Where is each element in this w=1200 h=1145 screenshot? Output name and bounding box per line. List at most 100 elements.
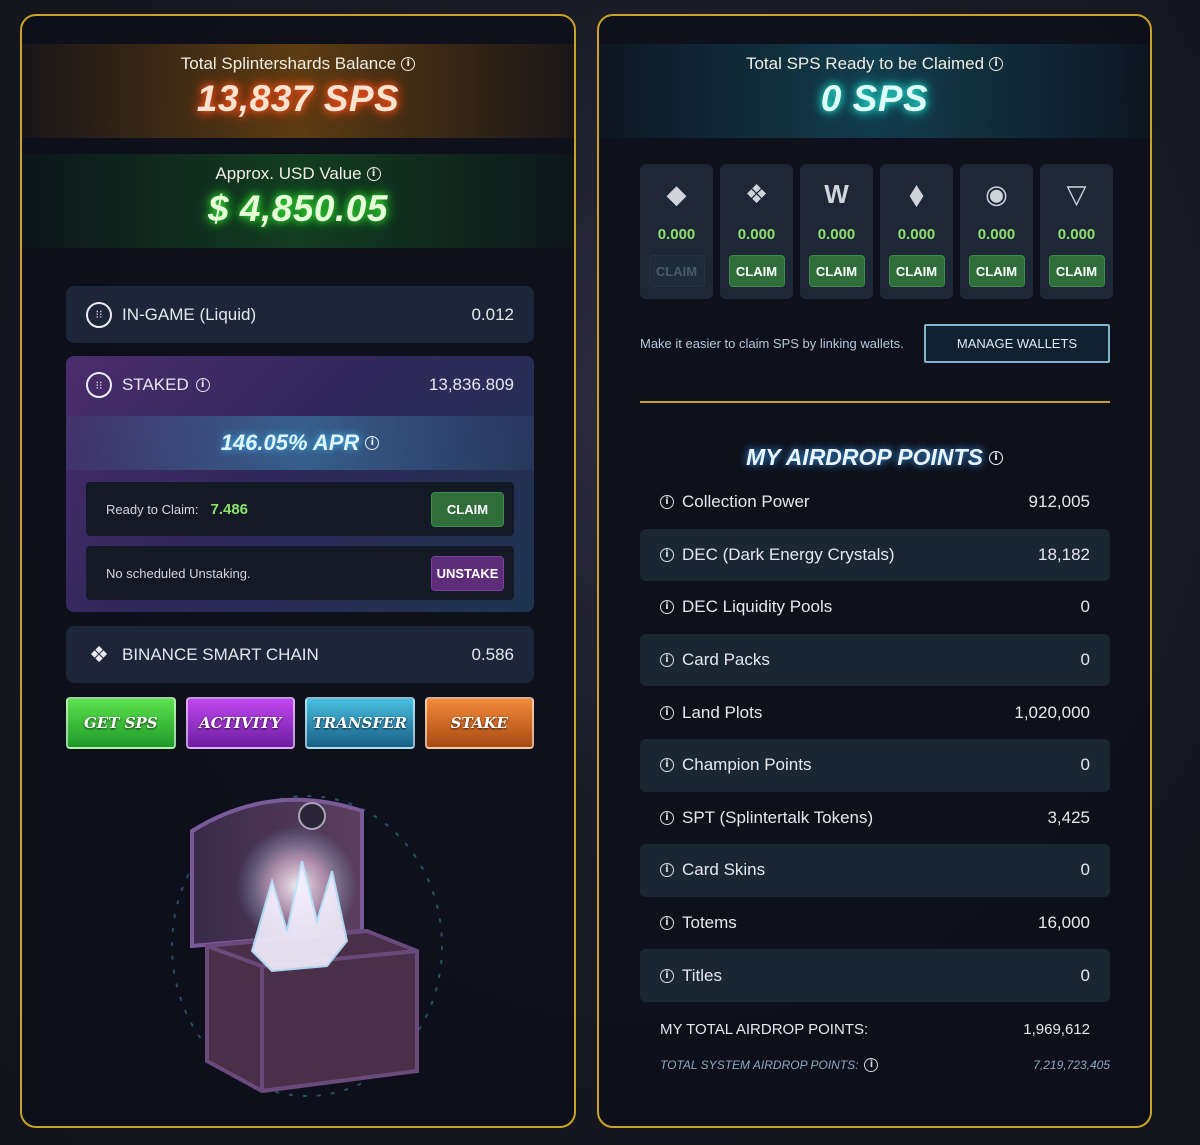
transfer-button[interactable]: TRANSFER (305, 697, 415, 749)
in-game-row: ⁝⁝ IN-GAME (Liquid) 0.012 (66, 286, 534, 343)
unstaking-status: No scheduled Unstaking. (106, 565, 251, 581)
chain-value: 0.000 (1057, 226, 1096, 243)
usd-value-band: Approx. USD Value i $ 4,850.05 (22, 154, 574, 248)
my-total-airdrop-row: MY TOTAL AIRDROP POINTS: 1,969,612 (660, 1016, 1090, 1042)
staked-card: ⁝⁝ STAKED i 13,836.809 146.05% APR i Rea… (66, 356, 534, 612)
treasure-chest-illustration (171, 795, 443, 1097)
list-item: i Card Packs 0 (640, 633, 1110, 687)
total-balance-label: Total Splintershards Balance (180, 54, 397, 73)
info-icon[interactable]: i (660, 758, 674, 773)
divider (640, 401, 1110, 403)
info-icon[interactable]: i (660, 863, 674, 878)
ready-to-claim-row: Ready to Claim: 7.486 CLAIM (86, 482, 514, 536)
sps-balance-panel: Total Splintershards Balance i 13,837 SP… (20, 14, 576, 1128)
apr-value: 146.05% APR (220, 430, 360, 455)
my-total-label: MY TOTAL AIRDROP POINTS: (660, 1020, 869, 1038)
info-icon[interactable]: i (660, 968, 674, 983)
stake-button[interactable]: STAKE (424, 697, 534, 749)
bnb-icon: ❖ (89, 641, 109, 667)
bsc-row: ❖ BINANCE SMART CHAIN 0.586 (66, 626, 534, 683)
info-icon[interactable]: i (365, 436, 380, 450)
info-icon[interactable]: i (660, 653, 674, 668)
in-game-value: 0.012 (471, 304, 514, 324)
my-total-value: 1,969,612 (1023, 1020, 1090, 1038)
claim-and-airdrop-panel: Total SPS Ready to be Claimed i 0 SPS ◆ … (597, 14, 1152, 1128)
chain-card-wax: W 0.000 CLAIM (800, 164, 873, 299)
system-total-label: TOTAL SYSTEM AIRDROP POINTS: (660, 1058, 859, 1072)
info-icon[interactable]: i (660, 705, 674, 720)
usd-value: $ 4,850.05 (208, 188, 388, 229)
info-icon[interactable]: i (401, 57, 416, 71)
ethereum-icon: ⬧ (908, 174, 925, 213)
airdrop-points-list: i Collection Power 912,005 i DEC (Dark E… (640, 476, 1110, 1002)
list-item: i SPT (Splintertalk Tokens) 3,425 (640, 792, 1110, 845)
chain-card-hive: ◆ 0.000 CLAIM (640, 164, 713, 299)
chain-card-ethereum: ⬧ 0.000 CLAIM (880, 164, 953, 299)
chain-value: 0.000 (897, 226, 936, 243)
info-icon[interactable]: i (195, 378, 210, 392)
apr-band: 146.05% APR i (66, 416, 534, 470)
list-item: i Totems 16,000 (640, 897, 1110, 950)
staked-value: 13,836.809 (428, 375, 514, 394)
total-balance-band: Total Splintershards Balance i 13,837 SP… (22, 44, 574, 138)
info-icon[interactable]: i (988, 450, 1003, 465)
in-game-label: IN-GAME (Liquid) (122, 304, 257, 324)
get-sps-button[interactable]: GET SPS (66, 697, 176, 749)
action-buttons: GET SPS ACTIVITY TRANSFER STAKE (66, 697, 534, 749)
splinterlands-icon: ⁝⁝ (86, 301, 112, 328)
wax-icon: W (824, 178, 849, 209)
claim-steem-button[interactable]: CLAIM (968, 255, 1025, 287)
claim-staking-rewards-button[interactable]: CLAIM (431, 491, 504, 527)
chain-card-steem: ◉ 0.000 CLAIM (960, 164, 1033, 299)
activity-button[interactable]: ACTIVITY (185, 697, 295, 749)
total-balance-value: 13,837 SPS (196, 78, 400, 119)
hive-icon: ◆ (666, 178, 687, 209)
tron-icon: ▽ (1066, 178, 1087, 209)
claim-ethereum-button[interactable]: CLAIM (888, 255, 945, 287)
splinterlands-icon: ⁝⁝ (86, 372, 112, 398)
claim-tron-button[interactable]: CLAIM (1048, 255, 1105, 287)
bsc-value: 0.586 (471, 644, 514, 664)
manage-wallets-row: Make it easier to claim SPS by linking w… (640, 324, 1110, 363)
chain-value: 0.000 (657, 226, 696, 243)
info-icon[interactable]: i (864, 1058, 879, 1072)
claim-wax-button[interactable]: CLAIM (808, 255, 865, 287)
airdrop-title: MY AIRDROP POINTS i (599, 444, 1150, 471)
list-item: i Titles 0 (640, 949, 1110, 1002)
list-item: i DEC Liquidity Pools 0 (640, 581, 1110, 634)
usd-value-label: Approx. USD Value (215, 164, 362, 183)
info-icon[interactable]: i (660, 547, 674, 562)
claimable-value: 0 SPS (820, 78, 929, 119)
bnb-icon: ❖ (744, 178, 769, 209)
unstake-button[interactable]: UNSTAKE (431, 555, 504, 591)
claim-bnb-button[interactable]: CLAIM (728, 255, 785, 287)
chain-value: 0.000 (977, 226, 1016, 243)
list-item: i Collection Power 912,005 (640, 476, 1110, 529)
info-icon[interactable]: i (660, 810, 674, 825)
info-icon[interactable]: i (366, 167, 381, 181)
system-total-airdrop-row: TOTAL SYSTEM AIRDROP POINTS: i 7,219,723… (660, 1052, 1110, 1078)
chain-value: 0.000 (817, 226, 856, 243)
chain-card-bnb: ❖ 0.000 CLAIM (720, 164, 793, 299)
list-item: i Land Plots 1,020,000 (640, 686, 1110, 739)
airdrop-totals: MY TOTAL AIRDROP POINTS: 1,969,612 TOTAL… (660, 1016, 1110, 1078)
manage-wallets-hint: Make it easier to claim SPS by linking w… (640, 336, 904, 351)
info-icon[interactable]: i (989, 57, 1004, 71)
chain-card-tron: ▽ 0.000 CLAIM (1040, 164, 1113, 299)
claimable-label: Total SPS Ready to be Claimed (745, 54, 985, 73)
info-icon[interactable]: i (660, 916, 674, 931)
unstaking-row: No scheduled Unstaking. UNSTAKE (86, 546, 514, 600)
list-item: i DEC (Dark Energy Crystals) 18,182 (640, 528, 1110, 582)
manage-wallets-button[interactable]: MANAGE WALLETS (924, 324, 1110, 363)
bsc-label: BINANCE SMART CHAIN (122, 644, 319, 664)
claim-hive-button[interactable]: CLAIM (648, 255, 705, 287)
staked-label: STAKED (122, 375, 189, 394)
list-item: i Champion Points 0 (640, 738, 1110, 792)
info-icon[interactable]: i (660, 495, 674, 510)
ready-to-claim-label: Ready to Claim: (106, 501, 199, 517)
list-item: i Card Skins 0 (640, 844, 1110, 897)
ready-to-claim-value: 7.486 (210, 500, 249, 518)
info-icon[interactable]: i (660, 600, 674, 615)
steem-icon: ◉ (985, 178, 1008, 209)
chain-value: 0.000 (737, 226, 776, 243)
